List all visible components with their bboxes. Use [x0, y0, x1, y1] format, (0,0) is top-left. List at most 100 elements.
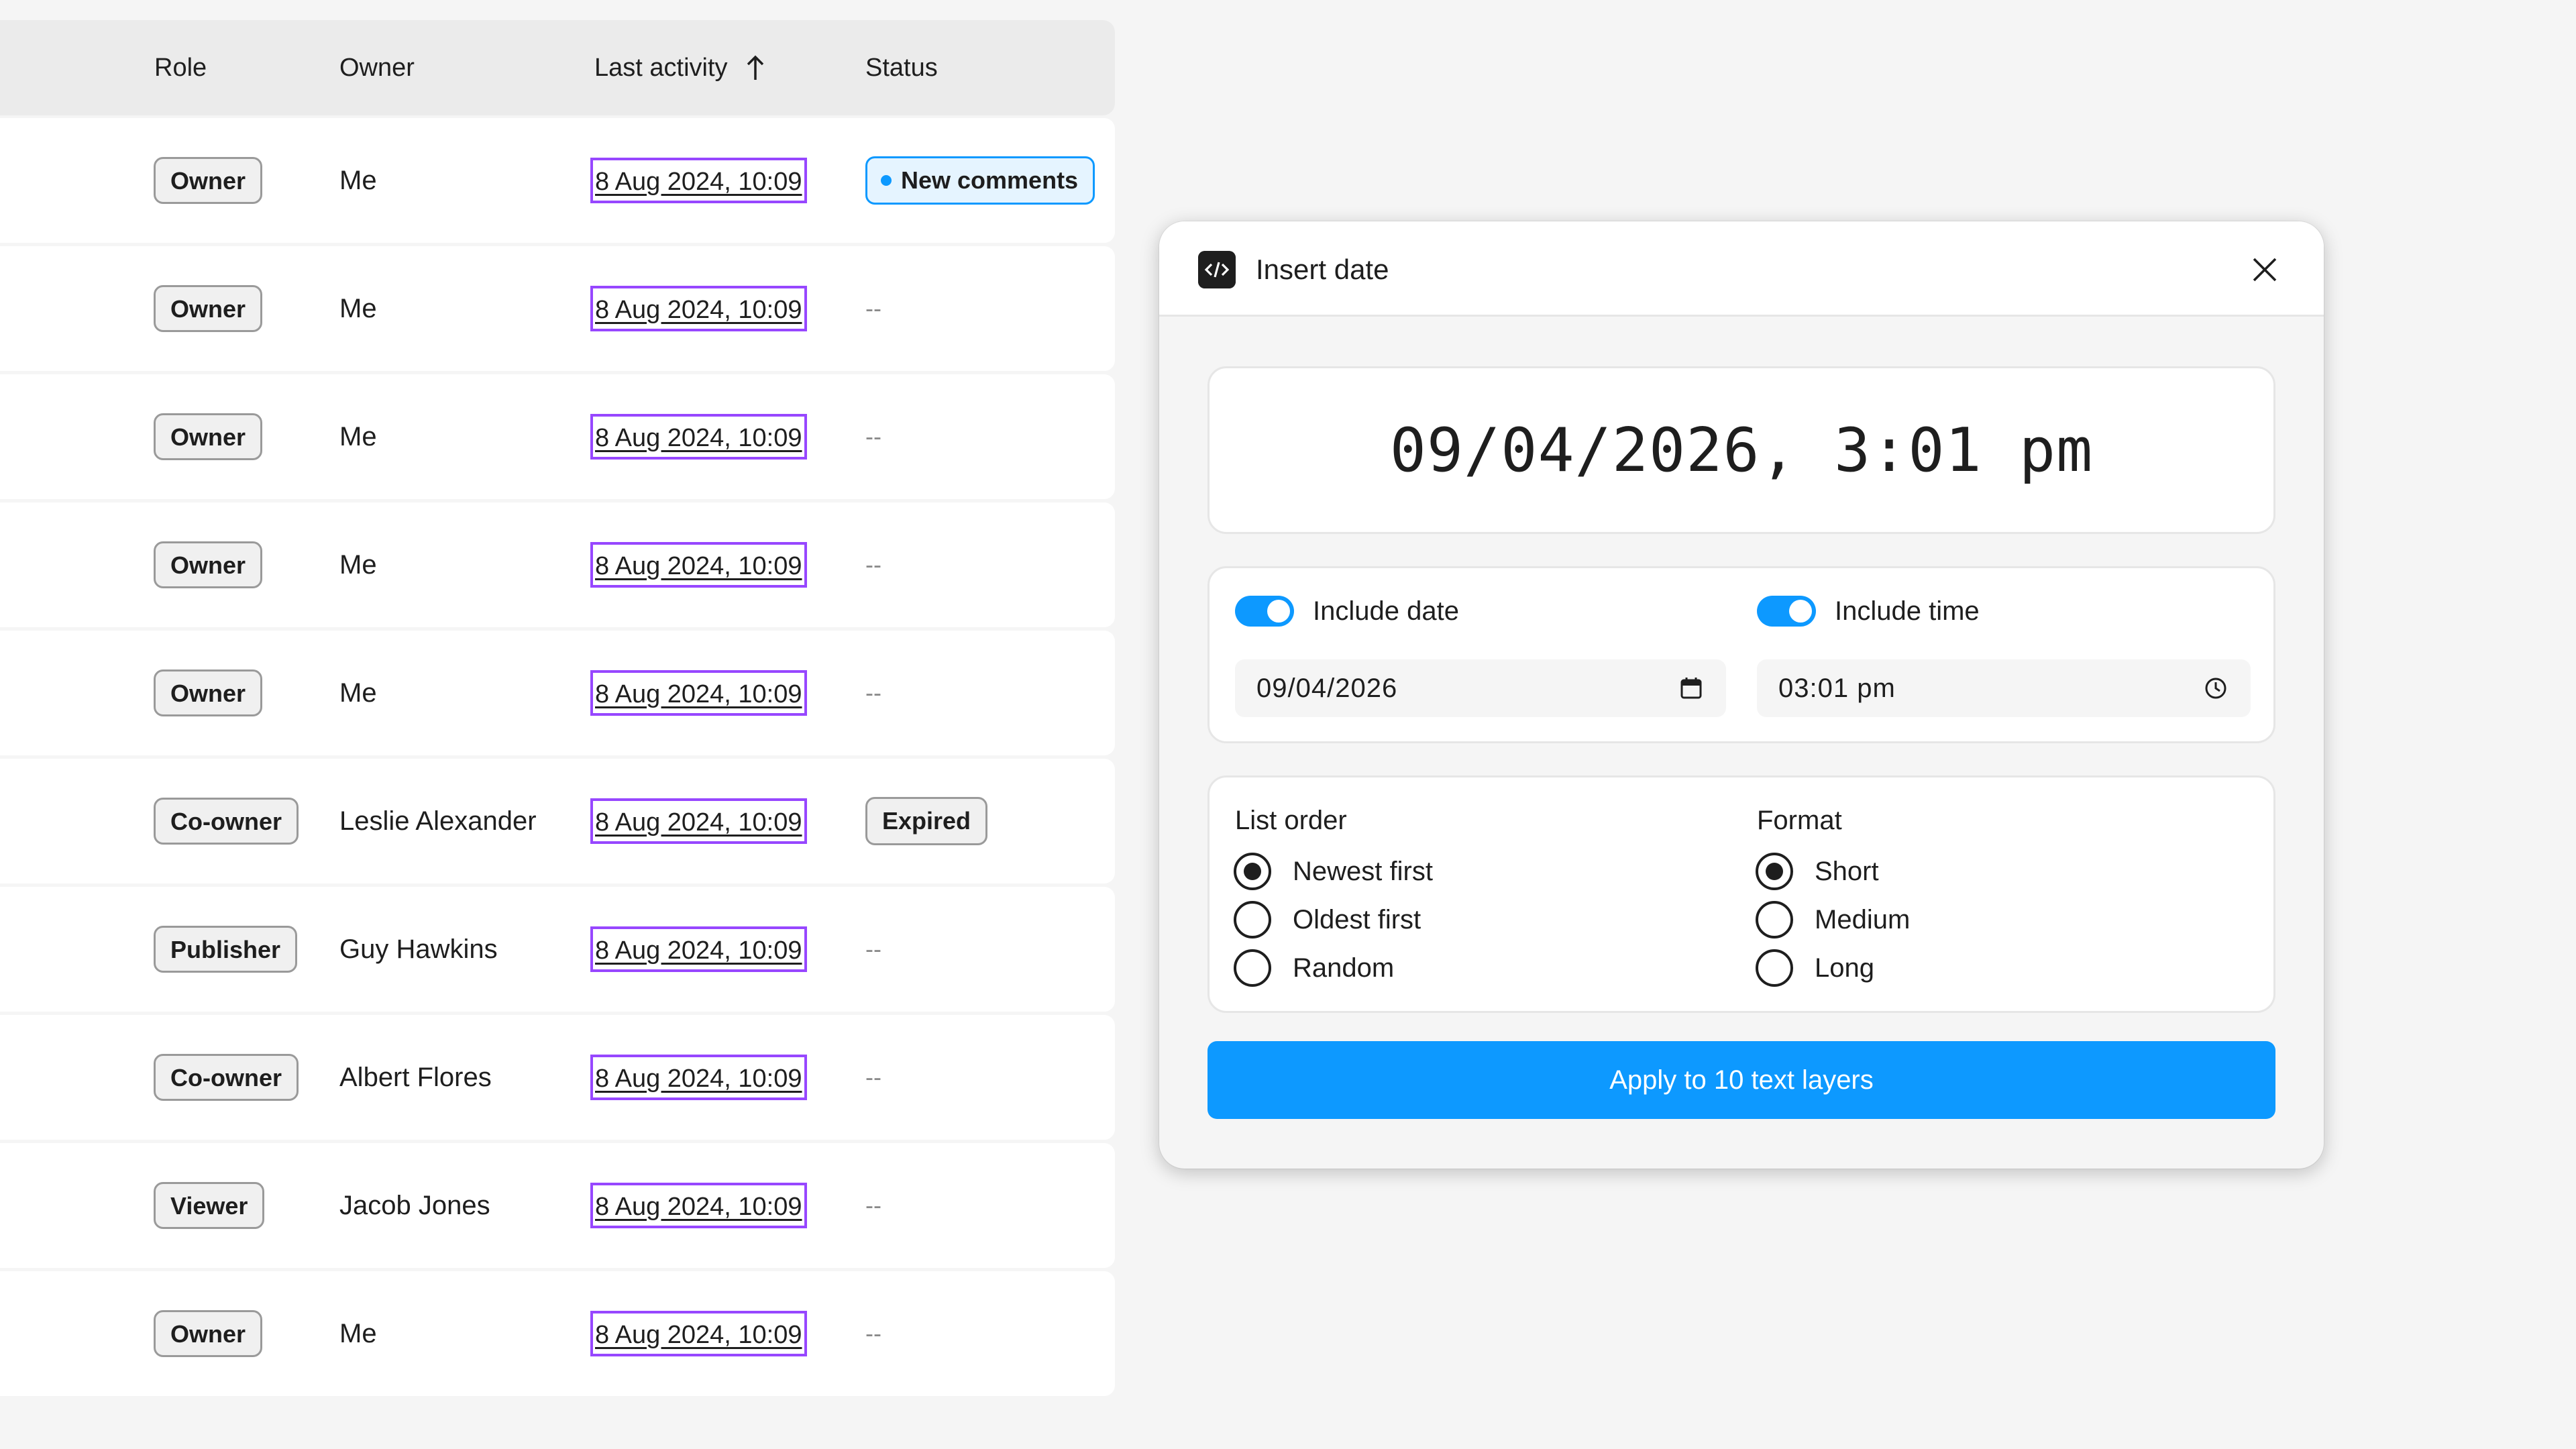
- table-row[interactable]: Co-owner Leslie Alexander 8 Aug 2024, 10:0…: [0, 759, 1115, 883]
- status-empty: --: [865, 1191, 881, 1219]
- last-activity-cell: 8 Aug 2024, 10:09: [590, 502, 807, 627]
- status-badge-new-comments[interactable]: New comments: [865, 156, 1095, 205]
- owner-cell: Me: [339, 1318, 377, 1348]
- role-cell: Owner: [154, 1271, 263, 1396]
- column-header-owner[interactable]: Owner: [339, 20, 415, 115]
- role-badge: Publisher: [154, 926, 298, 973]
- status-cell: New comments: [865, 118, 1095, 243]
- radio-option-long[interactable]: Long: [1756, 944, 1910, 992]
- table-row[interactable]: Viewer Jacob Jones 8 Aug 2024, 10:09 --: [0, 1143, 1115, 1268]
- radio-button[interactable]: [1756, 949, 1793, 987]
- app-root: Role Owner Last activity Status Owner Me 8…: [0, 0, 2576, 1449]
- order-format-options: List order Format Newest first Oldest fir…: [1208, 775, 2275, 1013]
- include-time-toggle[interactable]: [1757, 596, 1816, 627]
- code-icon: [1198, 251, 1236, 288]
- last-activity-date[interactable]: 8 Aug 2024, 10:09: [590, 1183, 807, 1228]
- status-cell: --: [865, 1143, 881, 1268]
- arrow-up-icon[interactable]: [745, 54, 765, 81]
- radio-option-oldest-first[interactable]: Oldest first: [1234, 896, 1433, 944]
- radio-button[interactable]: [1756, 853, 1793, 890]
- owner-cell: Jacob Jones: [339, 1190, 490, 1220]
- last-activity-cell: 8 Aug 2024, 10:09: [590, 631, 807, 755]
- radio-button[interactable]: [1234, 949, 1271, 987]
- close-icon[interactable]: [2246, 251, 2284, 288]
- table-row[interactable]: Owner Me 8 Aug 2024, 10:09 --: [0, 246, 1115, 371]
- status-cell: --: [865, 631, 881, 755]
- last-activity-cell: 8 Aug 2024, 10:09: [590, 118, 807, 243]
- status-empty: --: [865, 1063, 881, 1091]
- role-badge: Owner: [154, 1310, 263, 1357]
- calendar-icon[interactable]: [1678, 675, 1705, 702]
- status-empty: --: [865, 423, 881, 450]
- last-activity-date[interactable]: 8 Aug 2024, 10:09: [590, 798, 807, 844]
- radio-label: Random: [1293, 953, 1395, 983]
- last-activity-cell: 8 Aug 2024, 10:09: [590, 1271, 807, 1396]
- status-badge-label: New comments: [901, 166, 1079, 194]
- role-badge: Viewer: [154, 1182, 265, 1229]
- role-badge: Co-owner: [154, 1054, 299, 1101]
- include-date-label: Include date: [1313, 596, 1459, 626]
- radio-option-random[interactable]: Random: [1234, 944, 1433, 992]
- role-badge: Co-owner: [154, 798, 299, 845]
- last-activity-date[interactable]: 8 Aug 2024, 10:09: [590, 1311, 807, 1356]
- time-input[interactable]: 03:01 pm: [1757, 659, 2251, 717]
- radio-button[interactable]: [1234, 853, 1271, 890]
- last-activity-date[interactable]: 8 Aug 2024, 10:09: [590, 414, 807, 460]
- table-row[interactable]: Publisher Guy Hawkins 8 Aug 2024, 10:09 --: [0, 887, 1115, 1012]
- insert-date-dialog: Insert date 09/04/2026, 3:01 pm Include …: [1159, 221, 2324, 1169]
- table-row[interactable]: Owner Me 8 Aug 2024, 10:09 --: [0, 631, 1115, 755]
- radio-option-short[interactable]: Short: [1756, 847, 1910, 896]
- dialog-title: Insert date: [1256, 254, 1389, 285]
- radio-option-medium[interactable]: Medium: [1756, 896, 1910, 944]
- date-preview: 09/04/2026, 3:01 pm: [1208, 366, 2275, 534]
- clock-icon[interactable]: [2202, 675, 2229, 702]
- apply-button[interactable]: Apply to 10 text layers: [1208, 1041, 2275, 1119]
- role-cell: Owner: [154, 502, 263, 627]
- column-header-status[interactable]: Status: [865, 20, 938, 115]
- table-row[interactable]: Owner Me 8 Aug 2024, 10:09 New comments: [0, 118, 1115, 243]
- date-preview-text: 09/04/2026, 3:01 pm: [1389, 415, 2094, 486]
- time-input-value: 03:01 pm: [1778, 673, 1896, 703]
- toggle-knob: [1789, 600, 1812, 623]
- status-empty: --: [865, 679, 881, 706]
- status-cell: --: [865, 374, 881, 499]
- list-order-radio-group: Newest first Oldest first Random: [1234, 847, 1433, 992]
- last-activity-date[interactable]: 8 Aug 2024, 10:09: [590, 158, 807, 203]
- status-empty: --: [865, 551, 881, 578]
- radio-label: Medium: [1815, 904, 1911, 934]
- include-options: Include date Include time 09/04/2026 03:…: [1208, 566, 2275, 743]
- role-cell: Viewer: [154, 1143, 265, 1268]
- dialog-header: Insert date: [1159, 221, 2324, 317]
- last-activity-date[interactable]: 8 Aug 2024, 10:09: [590, 542, 807, 588]
- table-row[interactable]: Owner Me 8 Aug 2024, 10:09 --: [0, 374, 1115, 499]
- table-row[interactable]: Co-owner Albert Flores 8 Aug 2024, 10:09 --: [0, 1015, 1115, 1140]
- table-row[interactable]: Owner Me 8 Aug 2024, 10:09 --: [0, 1271, 1115, 1396]
- role-cell: Owner: [154, 374, 263, 499]
- status-empty: --: [865, 294, 881, 322]
- column-header-last-activity[interactable]: Last activity: [594, 20, 765, 115]
- last-activity-date[interactable]: 8 Aug 2024, 10:09: [590, 926, 807, 972]
- table-row[interactable]: Owner Me 8 Aug 2024, 10:09 --: [0, 502, 1115, 627]
- column-header-role[interactable]: Role: [154, 20, 207, 115]
- role-badge: Owner: [154, 157, 263, 204]
- radio-option-newest-first[interactable]: Newest first: [1234, 847, 1433, 896]
- format-radio-group: Short Medium Long: [1756, 847, 1910, 992]
- status-cell: --: [865, 887, 881, 1012]
- status-cell: --: [865, 1271, 881, 1396]
- radio-button[interactable]: [1234, 901, 1271, 938]
- radio-button[interactable]: [1756, 901, 1793, 938]
- status-cell: --: [865, 502, 881, 627]
- last-activity-date[interactable]: 8 Aug 2024, 10:09: [590, 670, 807, 716]
- table-header: Role Owner Last activity Status: [0, 20, 1115, 115]
- last-activity-cell: 8 Aug 2024, 10:09: [590, 887, 807, 1012]
- owner-cell: Me: [339, 165, 377, 195]
- include-date-toggle[interactable]: [1235, 596, 1294, 627]
- status-dot: [881, 175, 892, 186]
- last-activity-date[interactable]: 8 Aug 2024, 10:09: [590, 1055, 807, 1100]
- role-cell: Owner: [154, 246, 263, 371]
- date-input[interactable]: 09/04/2026: [1235, 659, 1726, 717]
- owner-cell: Me: [339, 421, 377, 451]
- last-activity-date[interactable]: 8 Aug 2024, 10:09: [590, 286, 807, 331]
- include-time-toggle-row: Include time: [1757, 592, 1980, 630]
- owner-cell: Me: [339, 678, 377, 708]
